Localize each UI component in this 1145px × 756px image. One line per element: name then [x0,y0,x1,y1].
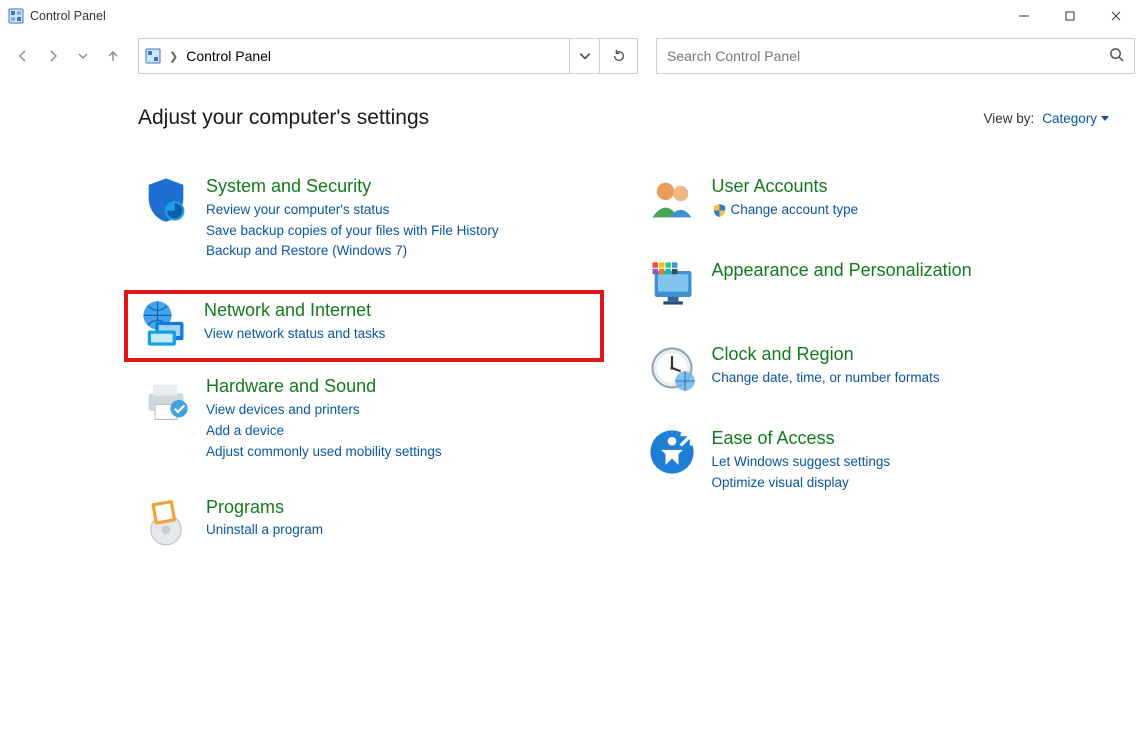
category-hardware-sound: Hardware and Sound View devices and prin… [138,370,604,466]
category-programs: Programs Uninstall a program [138,491,604,551]
users-icon[interactable] [646,174,698,226]
refresh-button[interactable] [599,39,637,73]
category-link[interactable]: Save backup copies of your files with Fi… [206,221,499,242]
category-link[interactable]: Add a device [206,421,442,442]
history-dropdown[interactable] [72,45,94,67]
category-title[interactable]: System and Security [206,176,499,198]
ease-of-access-icon[interactable] [646,426,698,478]
categories-right-column: User Accounts Change account type [644,170,1110,575]
category-title[interactable]: User Accounts [712,176,859,198]
category-title[interactable]: Programs [206,497,323,519]
back-button[interactable] [12,45,34,67]
printer-icon[interactable] [140,374,192,426]
control-panel-icon [8,8,24,24]
network-icon[interactable] [138,298,190,350]
view-by-value[interactable]: Category [1042,111,1109,126]
category-user-accounts: User Accounts Change account type [644,170,1110,230]
category-link[interactable]: Uninstall a program [206,520,323,541]
category-title[interactable]: Appearance and Personalization [712,260,972,282]
category-title[interactable]: Hardware and Sound [206,376,442,398]
shield-icon[interactable] [140,174,192,226]
clock-icon[interactable] [646,342,698,394]
category-ease-of-access: Ease of Access Let Windows suggest setti… [644,422,1110,497]
up-button[interactable] [102,45,124,67]
minimize-button[interactable] [1001,2,1047,30]
category-system-security: System and Security Review your computer… [138,170,604,266]
view-by-control: View by: Category [983,111,1109,126]
programs-icon[interactable] [140,495,192,547]
search-input[interactable] [667,48,1109,64]
category-link[interactable]: Review your computer's status [206,200,499,221]
category-link[interactable]: View network status and tasks [204,324,385,345]
window-title: Control Panel [30,9,106,23]
category-link-text: Change account type [731,200,859,221]
titlebar: Control Panel [0,0,1145,32]
breadcrumb-location[interactable]: Control Panel [186,48,271,64]
category-link[interactable]: Change date, time, or number formats [712,368,940,389]
category-clock-region: Clock and Region Change date, time, or n… [644,338,1110,398]
category-link[interactable]: Let Windows suggest settings [712,452,891,473]
category-title[interactable]: Network and Internet [204,300,385,322]
category-appearance: Appearance and Personalization [644,254,1110,314]
control-panel-mini-icon [145,48,161,64]
category-link[interactable]: Backup and Restore (Windows 7) [206,241,499,262]
category-link[interactable]: Change account type [712,200,859,221]
appearance-icon[interactable] [646,258,698,310]
category-title[interactable]: Ease of Access [712,428,891,450]
search-bar[interactable] [656,38,1135,74]
content-area: Adjust your computer's settings View by:… [0,78,1145,575]
maximize-button[interactable] [1047,2,1093,30]
category-link[interactable]: Adjust commonly used mobility settings [206,442,442,463]
forward-button[interactable] [42,45,64,67]
toolbar: ❯ Control Panel [0,32,1145,78]
address-bar[interactable]: ❯ Control Panel [138,38,638,74]
breadcrumb-separator-icon: ❯ [167,50,180,63]
view-by-label: View by: [983,111,1034,126]
search-icon[interactable] [1109,47,1124,65]
category-link[interactable]: View devices and printers [206,400,442,421]
address-dropdown-button[interactable] [569,39,599,73]
page-title: Adjust your computer's settings [138,106,429,130]
close-button[interactable] [1093,2,1139,30]
categories-left-column: System and Security Review your computer… [138,170,604,575]
uac-shield-icon [712,203,727,218]
category-network-internet: Network and Internet View network status… [124,290,604,362]
category-link[interactable]: Optimize visual display [712,473,891,494]
category-title[interactable]: Clock and Region [712,344,940,366]
